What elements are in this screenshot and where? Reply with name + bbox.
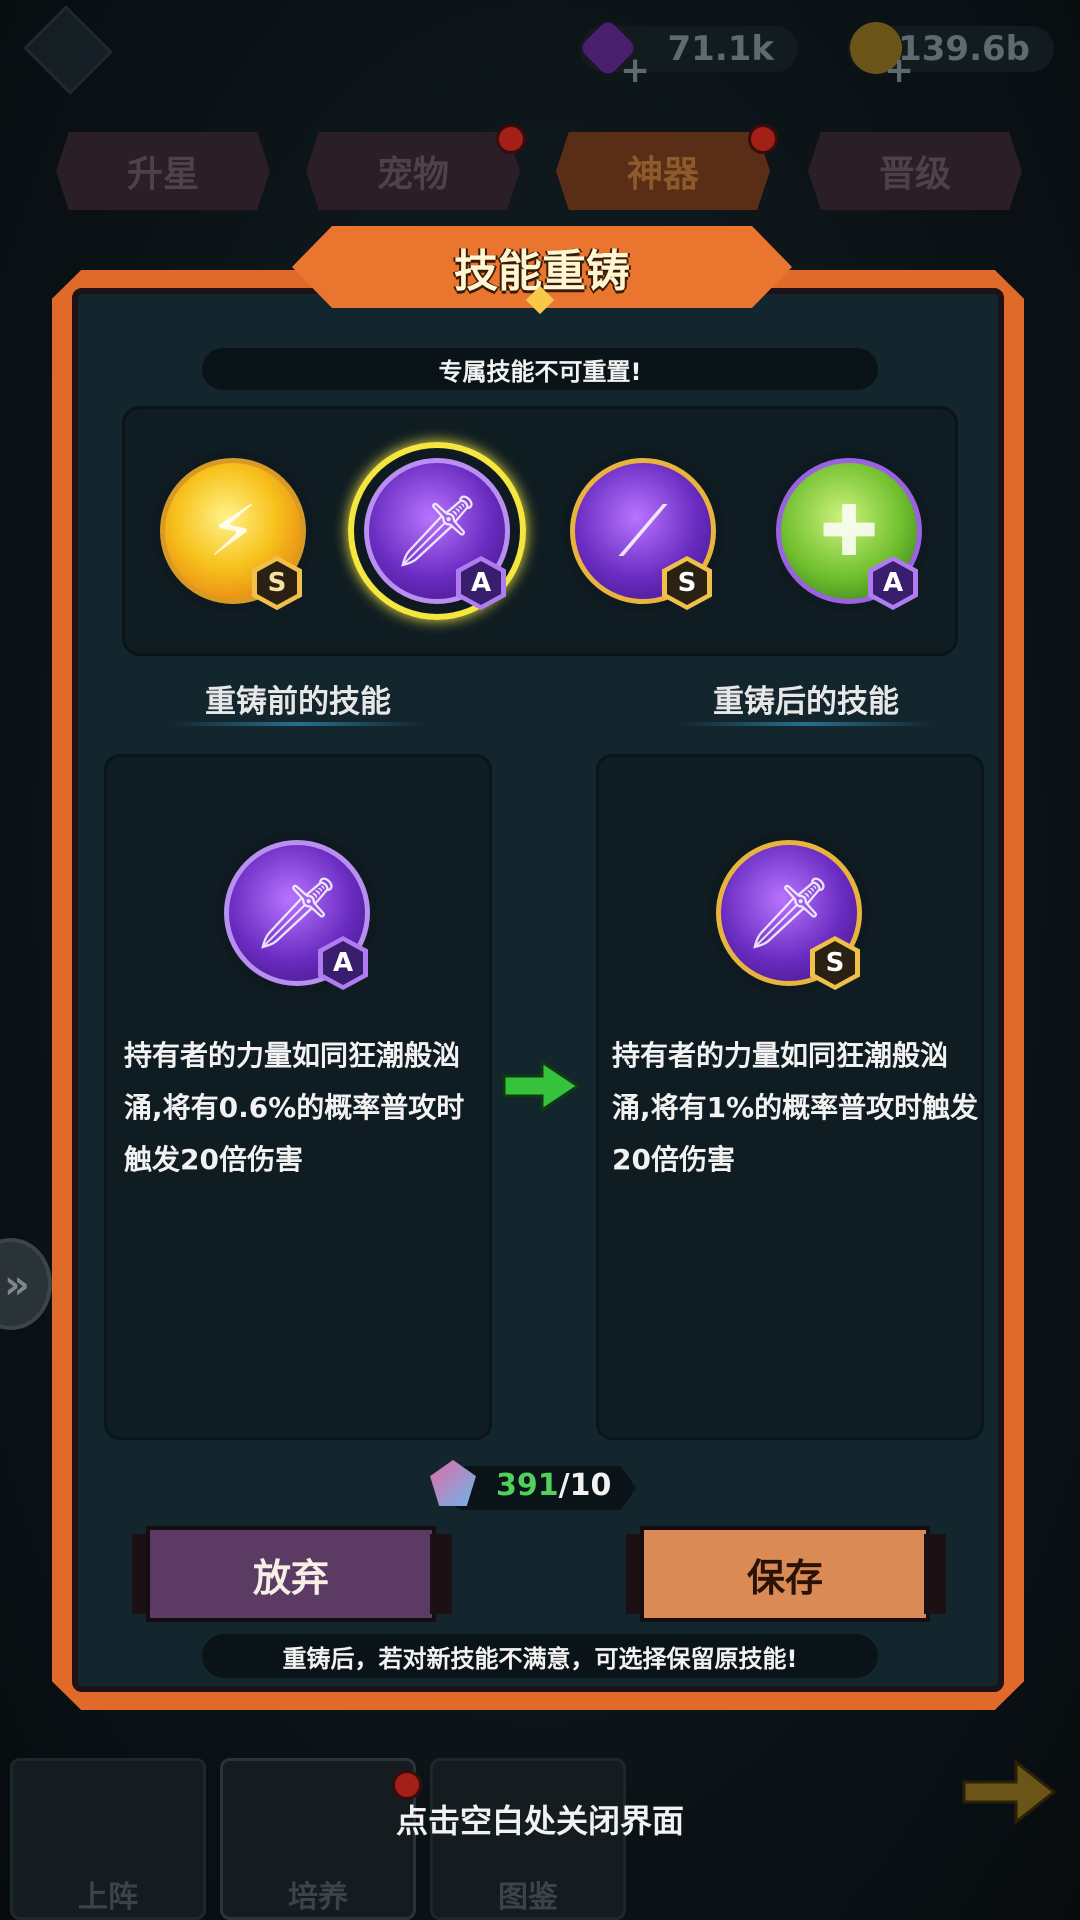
nav-codex-label: 图鉴 xyxy=(498,1880,558,1915)
before-label: 重铸前的技能 xyxy=(205,684,391,720)
abandon-button-cap-right xyxy=(430,1534,452,1614)
gold-amount: 139.6b xyxy=(898,29,1030,69)
close-hint: 点击空白处关闭界面 xyxy=(395,1802,684,1840)
notice-banner: 专属技能不可重置! xyxy=(202,348,878,390)
chevron-right-icon: » xyxy=(4,1262,30,1308)
after-label: 重铸后的技能 xyxy=(713,684,899,720)
tab-star-up[interactable]: 升星 xyxy=(56,132,270,210)
before-label-underline xyxy=(168,722,428,726)
nav-deploy-label: 上阵 xyxy=(78,1880,138,1915)
nav-train-label: 培养 xyxy=(288,1880,348,1915)
gem-amount: 71.1k xyxy=(667,29,775,69)
footer-hint: 重铸后，若对新技能不满意，可选择保留原技能! xyxy=(202,1634,878,1678)
sword-skill-icon: 🗡 xyxy=(744,871,834,954)
arrow-right-icon xyxy=(502,1059,580,1113)
sword-skill-icon: 🗡 xyxy=(392,489,482,572)
slash-skill-icon: ⚡ xyxy=(208,490,258,572)
claw-skill-icon: ⟋ xyxy=(618,489,668,572)
abandon-button[interactable]: 放弃 xyxy=(146,1526,436,1622)
save-button[interactable]: 保存 xyxy=(640,1526,930,1622)
tab-pet[interactable]: 宠物 xyxy=(306,132,520,210)
after-label-underline xyxy=(676,722,936,726)
gold-add-icon[interactable]: + xyxy=(884,50,914,91)
owned-count: 391 xyxy=(496,1468,559,1503)
save-button-cap-right xyxy=(924,1534,946,1614)
tab-promote[interactable]: 晋级 xyxy=(808,132,1022,210)
sword-skill-icon: 🗡 xyxy=(252,871,342,954)
tab-pet-notification-dot xyxy=(496,124,526,154)
before-skill-description: 持有者的力量如同狂潮般汹涌,将有0.6%的概率普攻时触发20倍伤害 xyxy=(124,1039,465,1176)
reforge-cost-text: 391/10 xyxy=(496,1468,612,1503)
tab-artifact[interactable]: 神器 xyxy=(556,132,770,210)
required-count: 10 xyxy=(569,1468,612,1503)
shield-skill-icon: ✚ xyxy=(819,490,879,572)
tab-artifact-notification-dot xyxy=(748,124,778,154)
after-skill-description: 持有者的力量如同狂潮般汹涌,将有1%的概率普攻时触发20倍伤害 xyxy=(612,1039,979,1176)
gem-add-icon[interactable]: + xyxy=(620,50,650,91)
